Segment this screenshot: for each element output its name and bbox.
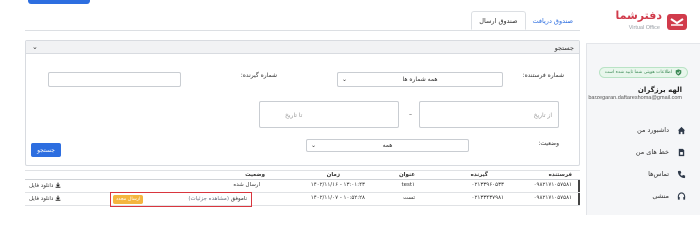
row-indicator <box>578 193 580 205</box>
table-row[interactable]: ۰۹۸۲۱۷۱۰۵۷۵۸۱ ۰۲۱۳۳۹۶۰۵۳۳ test۱ ۱۴۰۲/۱۱/… <box>25 180 580 193</box>
status-filter-value: همه <box>382 142 393 149</box>
column-header-status: وضعیت <box>245 172 265 178</box>
sidebar-item-label: تماس‌ها <box>648 170 669 178</box>
status-filter-select[interactable]: همه ⌄ <box>306 139 469 152</box>
download-icon <box>55 195 61 203</box>
verified-badge: اطلاعات هویتی شما تایید شده است <box>598 67 688 78</box>
top-action-button[interactable] <box>28 0 90 4</box>
column-header-sender: فرستنده <box>548 172 572 178</box>
download-file-link[interactable]: دانلود فایل <box>29 182 61 190</box>
sidebar-item-calls[interactable]: تماس‌ها <box>586 163 700 185</box>
sender-number-select[interactable]: همه شماره ها ⌄ <box>337 72 503 87</box>
cell-time: ۱۴۰۲/۱۱/۱۶ - ۱۳:۰۱:۴۳ <box>310 182 365 188</box>
receiver-number-input[interactable] <box>48 72 181 87</box>
column-header-title: عنوان <box>398 172 415 178</box>
cell-sender: ۰۹۸۲۱۷۱۰۵۷۵۸۱ <box>533 195 572 201</box>
results-table: فرستنده گیرنده عنوان زمان وضعیت ۰۹۸۲۱۷۱۰… <box>25 170 580 207</box>
tab-inbox[interactable]: صندوق دریافت <box>526 11 580 30</box>
logo-subtitle: Virtual Office <box>628 25 660 31</box>
phone-icon <box>677 170 686 179</box>
view-details-link[interactable]: (مشاهده جزئیات) <box>188 196 229 202</box>
cell-title: تست <box>403 195 415 201</box>
resend-button[interactable]: ارسال مجدد <box>113 195 144 204</box>
cell-status: ناموفق (مشاهده جزئیات) <box>188 196 247 202</box>
cell-receiver: ۰۲۱۳۳۹۶۰۵۳۳ <box>471 182 505 188</box>
column-header-time: زمان <box>326 172 340 178</box>
status-failed-text: ناموفق <box>230 196 247 202</box>
cell-title: test۱ <box>401 182 415 188</box>
cell-time: ۱۴۰۲/۱۱/۰۷ - ۱۰:۵۲:۲۸ <box>310 195 365 201</box>
sidebar-item-dashboard[interactable]: داشبورد من <box>586 119 700 141</box>
to-date-input[interactable]: تا تاریخ <box>259 101 399 128</box>
date-range-dash: – <box>409 111 412 118</box>
to-date-placeholder: تا تاریخ <box>285 112 303 119</box>
chevron-down-icon[interactable]: ⌄ <box>32 44 38 51</box>
user-email: barzegaran.daftareshoma@gmail.com <box>588 95 682 101</box>
cell-sender: ۰۹۸۲۱۷۱۰۵۷۵۸۱ <box>533 182 572 188</box>
download-label: دانلود فایل <box>29 196 54 202</box>
sidebar: دفترشما Virtual Office اطلاعات هویتی شما… <box>586 0 700 215</box>
chevron-down-icon: ⌄ <box>311 142 317 149</box>
sender-number-label: شماره فرستنده: <box>522 72 564 79</box>
user-name: الهه برزگران <box>637 86 682 94</box>
failed-status-highlight: ناموفق (مشاهده جزئیات) ارسال مجدد <box>110 192 252 207</box>
cell-status: ارسال شده <box>233 182 260 188</box>
sidebar-item-label: داشبورد من <box>637 126 669 134</box>
download-label: دانلود فایل <box>29 183 54 189</box>
logo[interactable]: دفترشما Virtual Office <box>586 0 700 44</box>
tabs-divider <box>25 30 580 31</box>
verified-text: اطلاعات هویتی شما تایید شده است <box>604 70 672 75</box>
sim-card-icon <box>677 148 686 157</box>
logo-text: دفترشما <box>615 9 662 22</box>
chevron-down-icon: ⌄ <box>342 76 348 83</box>
table-header-row: فرستنده گیرنده عنوان زمان وضعیت <box>25 170 580 180</box>
row-indicator <box>578 180 580 192</box>
home-icon <box>677 126 686 135</box>
app-window: دفترشما Virtual Office اطلاعات هویتی شما… <box>0 0 700 215</box>
search-panel: جستجو ⌄ شماره فرستنده: همه شماره ها ⌄ شم… <box>25 40 580 166</box>
from-date-placeholder: از تاریخ <box>533 112 552 119</box>
logo-icon <box>667 14 687 30</box>
cell-receiver: ۰۲۱۳۳۴۳۷۹۸۱ <box>471 195 505 201</box>
column-header-receiver: گیرنده <box>470 172 488 178</box>
search-button[interactable]: جستجو <box>31 143 61 157</box>
sidebar-item-label: خط های من <box>635 148 669 156</box>
receiver-number-label: شماره گیرنده: <box>240 72 277 79</box>
sidebar-item-my-lines[interactable]: خط های من <box>586 141 700 163</box>
search-panel-header[interactable]: جستجو ⌄ <box>26 41 579 54</box>
from-date-input[interactable]: از تاریخ <box>419 101 559 128</box>
sidebar-item-secretary[interactable]: منشی <box>586 185 700 207</box>
download-file-link[interactable]: دانلود فایل <box>29 195 61 203</box>
sender-number-value: همه شماره ها <box>402 76 438 83</box>
headset-icon <box>677 191 686 201</box>
mailbox-tabs: صندوق دریافت صندوق ارسال <box>471 11 580 30</box>
download-icon <box>55 182 61 190</box>
tab-outbox[interactable]: صندوق ارسال <box>471 11 526 30</box>
search-title: جستجو <box>554 44 574 52</box>
shield-check-icon <box>675 69 682 76</box>
table-row[interactable]: ۰۹۸۲۱۷۱۰۵۷۵۸۱ ۰۲۱۳۳۴۳۷۹۸۱ تست ۱۴۰۲/۱۱/۰۷… <box>25 192 580 207</box>
sidebar-item-label: منشی <box>652 192 669 200</box>
status-filter-label: وضعیت: <box>538 140 559 147</box>
